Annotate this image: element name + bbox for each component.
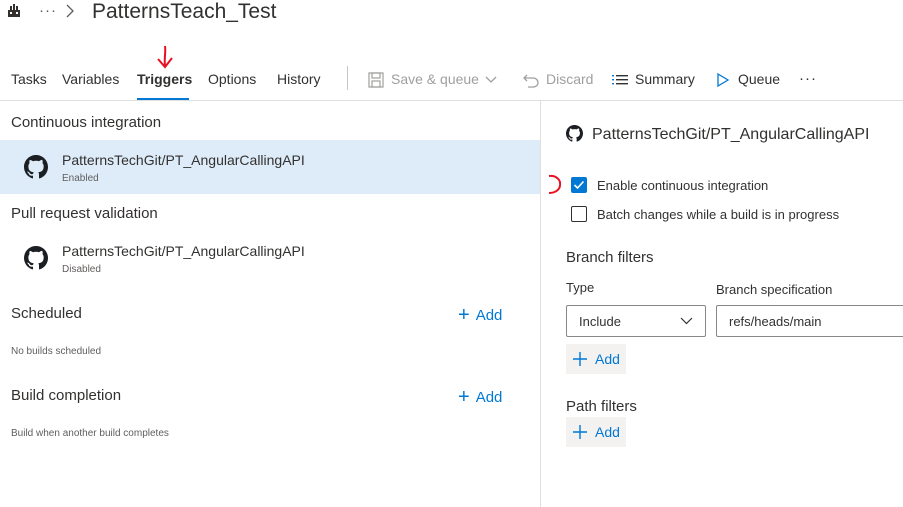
branch-spec-field[interactable] [716, 305, 903, 337]
page-title: PatternsTeach_Test [92, 0, 277, 23]
path-filter-add-button[interactable]: Add [566, 417, 626, 447]
list-icon [612, 75, 628, 85]
build-completion-add-button[interactable]: + Add [458, 385, 502, 408]
branch-spec-label: Branch specification [716, 282, 833, 297]
batch-changes-checkbox[interactable] [571, 206, 587, 222]
batch-changes-label: Batch changes while a build is in progre… [597, 207, 840, 222]
header-bar: ··· PatternsTeach_Test [0, 0, 903, 30]
plus-icon: + [458, 386, 470, 408]
panel-splitter[interactable] [540, 101, 541, 507]
scheduled-add-button[interactable]: + Add [458, 303, 502, 326]
build-completion-add-label: Add [475, 389, 503, 406]
more-actions-button[interactable]: ··· [799, 70, 817, 87]
scheduled-add-label: Add [475, 307, 503, 324]
breadcrumb-more-button[interactable]: ··· [39, 2, 57, 19]
pr-repo-status: Disabled [62, 264, 101, 275]
branch-filter-add-label: Add [595, 351, 620, 367]
ci-repo-row[interactable]: PatternsTechGit/PT_AngularCallingAPI Ena… [0, 140, 540, 194]
tab-variables[interactable]: Variables [62, 71, 119, 87]
toolbar-divider [0, 100, 903, 101]
github-icon [24, 246, 48, 275]
toolbar-separator [347, 66, 348, 90]
queue-label: Queue [738, 71, 781, 87]
plus-icon: + [458, 304, 470, 326]
ci-section-title: Continuous integration [11, 114, 162, 131]
build-completion-section-title: Build completion [11, 387, 122, 404]
undo-icon [523, 74, 539, 88]
tab-triggers[interactable]: Triggers [137, 71, 192, 87]
type-dropdown-value: Include [579, 314, 621, 329]
build-completion-note: Build when another build completes [11, 428, 169, 439]
plus-icon [573, 352, 587, 366]
branch-filter-add-button[interactable]: Add [566, 344, 626, 374]
tab-options[interactable]: Options [208, 71, 256, 87]
checkmark-icon [573, 180, 585, 190]
type-dropdown[interactable]: Include [566, 305, 706, 337]
ci-repo-status: Enabled [62, 173, 99, 184]
enable-ci-label: Enable continuous integration [597, 178, 769, 193]
summary-label: Summary [635, 71, 695, 87]
enable-ci-checkbox[interactable] [571, 177, 587, 193]
chevron-down-icon [485, 76, 497, 83]
save-queue-label: Save & queue [391, 71, 479, 87]
branch-filters-title: Branch filters [566, 249, 654, 266]
tab-history[interactable]: History [277, 71, 321, 87]
chevron-down-icon [680, 317, 693, 325]
tab-tasks[interactable]: Tasks [11, 71, 47, 87]
branch-spec-input[interactable] [729, 314, 899, 329]
play-icon [717, 72, 730, 88]
github-icon [24, 155, 48, 184]
chevron-right-icon [65, 3, 75, 24]
discard-label: Discard [546, 71, 594, 87]
plus-icon [573, 425, 587, 439]
pr-repo-row[interactable]: PatternsTechGit/PT_AngularCallingAPI Dis… [0, 231, 540, 285]
save-icon [368, 72, 384, 88]
pipeline-icon[interactable] [7, 4, 21, 23]
path-filter-add-label: Add [595, 424, 620, 440]
red-arrow-annotation [155, 45, 175, 74]
pr-section-title: Pull request validation [11, 205, 158, 222]
selected-repo-title: PatternsTechGit/PT_AngularCallingAPI [592, 126, 870, 143]
type-label: Type [566, 280, 595, 295]
red-arrow-annotation [546, 173, 568, 200]
scheduled-note: No builds scheduled [11, 346, 102, 357]
path-filters-title: Path filters [566, 398, 637, 415]
github-icon [566, 125, 583, 147]
pr-repo-name: PatternsTechGit/PT_AngularCallingAPI [62, 243, 305, 259]
scheduled-section-title: Scheduled [11, 305, 82, 322]
ci-repo-name: PatternsTechGit/PT_AngularCallingAPI [62, 152, 305, 168]
